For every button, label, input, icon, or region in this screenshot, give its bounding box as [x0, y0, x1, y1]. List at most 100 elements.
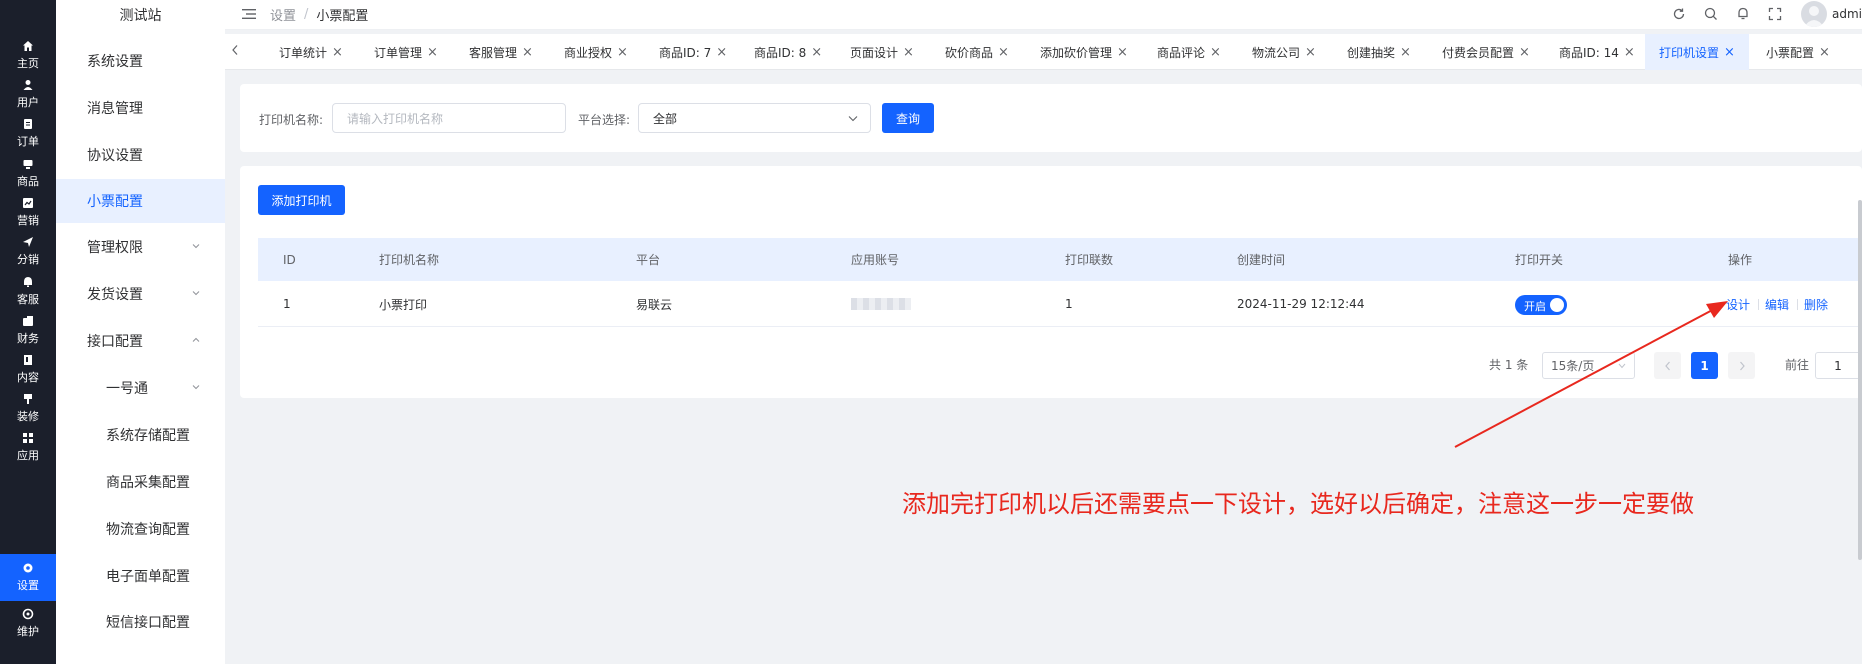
column-header-print-switch: 打印开关 — [1515, 253, 1564, 267]
page-number-current[interactable]: 1 — [1691, 352, 1718, 379]
tab-add-bargain[interactable]: 添加砍价管理 × — [1040, 34, 1128, 70]
tab-order-stats[interactable]: 订单统计 × — [279, 34, 343, 70]
sidebar-item-message[interactable]: 消息管理 — [56, 86, 225, 130]
close-icon[interactable]: × — [811, 45, 822, 60]
rail-label: 商品 — [17, 175, 39, 188]
column-header-account: 应用账号 — [851, 253, 900, 267]
close-icon[interactable]: × — [1210, 45, 1221, 60]
tab-label: 商品评论 — [1157, 45, 1206, 60]
printer-name-input[interactable]: 请输入打印机名称 — [332, 103, 566, 133]
design-link[interactable]: 设计 — [1726, 281, 1750, 327]
bell-icon[interactable] — [1735, 6, 1751, 22]
goto-page-input[interactable]: 1 — [1815, 352, 1861, 379]
chevron-left-icon[interactable] — [230, 44, 240, 56]
tab-license[interactable]: 商业授权 × — [564, 34, 628, 70]
delete-link[interactable]: 删除 — [1804, 281, 1828, 327]
close-icon[interactable]: × — [716, 45, 727, 60]
sidebar-item-product-collect[interactable]: 商品采集配置 — [56, 460, 225, 504]
sidebar-item-sms-api[interactable]: 短信接口配置 — [56, 600, 225, 644]
edit-link[interactable]: 编辑 — [1765, 281, 1789, 327]
platform-select[interactable]: 全部 — [638, 103, 871, 133]
sidebar-item-agreement[interactable]: 协议设置 — [56, 133, 225, 177]
query-button[interactable]: 查询 — [882, 103, 934, 133]
tab-label: 商品ID: 7 — [659, 45, 712, 60]
chevron-left-icon — [1664, 361, 1670, 370]
sidebar-item-label: 接口配置 — [87, 334, 143, 350]
tab-paid-member[interactable]: 付费会员配置 × — [1442, 34, 1530, 70]
sidebar-item-e-waybill[interactable]: 电子面单配置 — [56, 554, 225, 598]
tab-label: 创建抽奖 — [1347, 45, 1396, 60]
next-page-button[interactable] — [1728, 352, 1755, 379]
tab-service-manage[interactable]: 客服管理 × — [469, 34, 533, 70]
platform-label: 平台选择: — [578, 113, 631, 127]
close-icon[interactable]: × — [1117, 45, 1128, 60]
tab-page-design[interactable]: 页面设计 × — [850, 34, 914, 70]
tab-product-reviews[interactable]: 商品评论 × — [1157, 34, 1221, 70]
page-size-select[interactable]: 15条/页 — [1542, 352, 1635, 379]
tab-receipt-config[interactable]: 小票配置 × — [1766, 34, 1830, 70]
print-switch-toggle[interactable]: 开启 — [1515, 295, 1567, 315]
redacted-account — [851, 298, 911, 310]
sidebar-item-receipt-config[interactable]: 小票配置 — [56, 179, 225, 223]
sidebar-item-logistics-query[interactable]: 物流查询配置 — [56, 507, 225, 551]
search-icon[interactable] — [1703, 6, 1719, 22]
sidebar-item-api-config[interactable]: 接口配置 — [56, 319, 225, 363]
fullscreen-icon[interactable] — [1767, 6, 1783, 22]
annotation-note: 添加完打印机以后还需要点一下设计，选好以后确定，注意这一步一定要做 — [902, 490, 1694, 518]
sidebar-item-system-settings[interactable]: 系统设置 — [56, 39, 225, 83]
tab-label: 商品ID: 14 — [1559, 45, 1619, 60]
marketing-icon — [22, 197, 34, 209]
sidebar-item-label: 发货设置 — [87, 287, 143, 303]
close-icon[interactable]: × — [903, 45, 914, 60]
prev-page-button[interactable] — [1654, 352, 1681, 379]
tab-label: 付费会员配置 — [1442, 45, 1515, 60]
tab-create-lottery[interactable]: 创建抽奖 × — [1347, 34, 1411, 70]
close-icon[interactable]: × — [1400, 45, 1411, 60]
close-icon[interactable]: × — [427, 45, 438, 60]
close-icon[interactable]: × — [1724, 45, 1735, 60]
close-icon[interactable]: × — [522, 45, 533, 60]
breadcrumb: 设置 / 小票配置 — [270, 0, 368, 28]
add-printer-button[interactable]: 添加打印机 — [258, 185, 345, 215]
sidebar-item-storage[interactable]: 系统存储配置 — [56, 413, 225, 457]
sidebar-item-shipping[interactable]: 发货设置 — [56, 272, 225, 316]
sidebar-item-permissions[interactable]: 管理权限 — [56, 225, 225, 269]
sidebar-item-label: 商品采集配置 — [106, 475, 190, 491]
user-name[interactable]: admin — [1832, 7, 1862, 21]
tab-product-14[interactable]: 商品ID: 14 × — [1559, 34, 1635, 70]
menu-toggle-icon[interactable] — [242, 8, 256, 20]
tab-product-7[interactable]: 商品ID: 7 × — [659, 34, 727, 70]
tab-order-manage[interactable]: 订单管理 × — [374, 34, 438, 70]
rail-item-apps[interactable]: 应用 — [0, 424, 56, 471]
cell-printer-name: 小票打印 — [379, 297, 428, 312]
home-icon — [22, 40, 34, 52]
rail-item-maintain[interactable]: 维护 — [0, 600, 56, 647]
breadcrumb-item[interactable]: 设置 — [270, 5, 296, 24]
vertical-scrollbar[interactable] — [1858, 200, 1862, 560]
finance-icon — [22, 315, 34, 327]
cell-account-masked — [851, 281, 911, 327]
close-icon[interactable]: × — [1624, 45, 1635, 60]
refresh-icon[interactable] — [1671, 6, 1687, 22]
close-icon[interactable]: × — [1819, 45, 1830, 60]
maintain-icon — [22, 608, 34, 620]
rail-label: 财务 — [17, 332, 39, 345]
sidebar-item-label: 短信接口配置 — [106, 615, 190, 631]
close-icon[interactable]: × — [1305, 45, 1316, 60]
close-icon[interactable]: × — [1519, 45, 1530, 60]
tab-printer-settings[interactable]: 打印机设置 × — [1645, 34, 1749, 70]
close-icon[interactable]: × — [617, 45, 628, 60]
tab-logistics-company[interactable]: 物流公司 × — [1252, 34, 1316, 70]
close-icon[interactable]: × — [332, 45, 343, 60]
sidebar-item-yihaotong[interactable]: 一号通 — [56, 366, 225, 410]
close-icon[interactable]: × — [998, 45, 1009, 60]
breadcrumb-separator: / — [304, 6, 309, 22]
rail-item-settings[interactable]: 设置 — [0, 554, 56, 601]
sidebar-item-label: 小票配置 — [87, 194, 143, 210]
tab-bargain-products[interactable]: 砍价商品 × — [945, 34, 1009, 70]
tab-label: 订单管理 — [374, 45, 423, 60]
tab-product-8[interactable]: 商品ID: 8 × — [754, 34, 822, 70]
switch-knob — [1550, 298, 1564, 312]
printer-list-card: 添加打印机 ID 打印机名称 平台 应用账号 打印联数 创建时间 打印开关 操作… — [240, 166, 1862, 398]
avatar[interactable] — [1801, 1, 1827, 27]
